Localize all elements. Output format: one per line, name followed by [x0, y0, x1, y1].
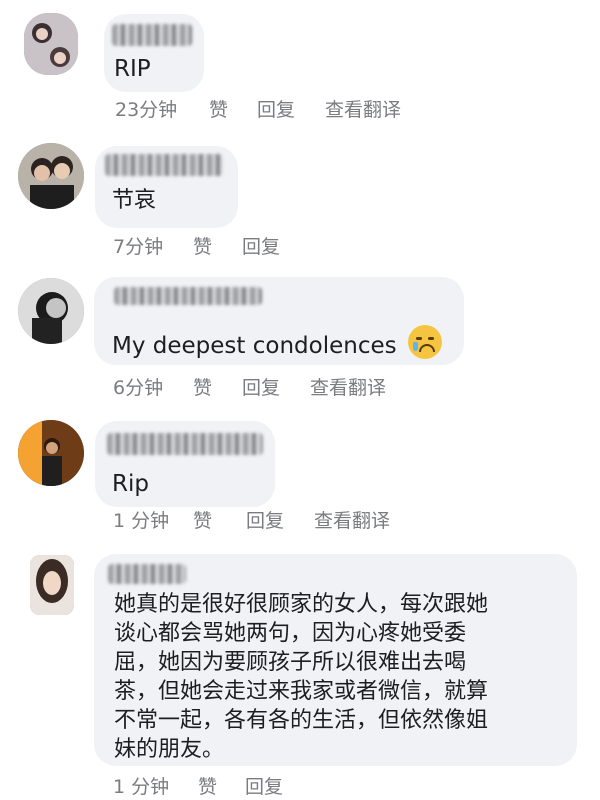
comment-text: 节哀	[112, 188, 157, 213]
timestamp: 1 分钟	[113, 510, 170, 532]
crying-face-icon	[407, 325, 442, 359]
comment-line: 妹的朋友。	[114, 737, 225, 762]
comment-line: 不常一起，各有各的生活，但依然像姐	[114, 708, 489, 733]
comment-actions: 1 分钟 赞 回复	[113, 772, 283, 799]
reply-button[interactable]: 回复	[246, 506, 314, 533]
comment-5: 她真的是很好很顾家的女人，每次跟她 谈心都会骂她两句，因为心疼她受委 屈，她因为…	[0, 545, 600, 800]
blurred-username[interactable]	[105, 154, 223, 176]
timestamp: 7分钟	[113, 236, 164, 258]
comment-text: 她真的是很好很顾家的女人，每次跟她 谈心都会骂她两句，因为心疼她受委 屈，她因为…	[114, 590, 488, 764]
see-translation-button[interactable]: 查看翻译	[314, 506, 390, 533]
blurred-username[interactable]	[114, 287, 262, 305]
comment-3: My deepest condolences 6分钟 赞 回复 查看翻译	[0, 270, 600, 405]
comment-bubble: Rip	[95, 421, 275, 507]
user-photo-icon	[18, 420, 84, 486]
comment-line: 谈心都会骂她两句，因为心疼她受委	[114, 621, 467, 646]
comment-bubble: RIP	[104, 14, 204, 92]
avatar[interactable]	[24, 13, 78, 75]
user-photo-icon	[18, 278, 84, 344]
reply-button[interactable]: 回复	[257, 95, 325, 122]
like-button[interactable]: 赞	[198, 772, 245, 799]
comment-text: RIP	[114, 56, 151, 82]
timestamp: 23分钟	[115, 99, 178, 121]
like-button[interactable]: 赞	[209, 95, 257, 122]
comment-4: Rip 1 分钟 赞 回复 查看翻译	[0, 410, 600, 540]
user-photo-icon	[30, 555, 74, 615]
avatar[interactable]	[18, 143, 84, 209]
comment-bubble: My deepest condolences	[94, 277, 464, 365]
user-photo-icon	[18, 143, 84, 209]
comment-actions: 1 分钟 赞 回复 查看翻译	[113, 506, 390, 533]
timestamp: 1 分钟	[113, 776, 170, 798]
comment-bubble: 她真的是很好很顾家的女人，每次跟她 谈心都会骂她两句，因为心疼她受委 屈，她因为…	[94, 554, 577, 766]
comment-2: 节哀 7分钟 赞 回复	[0, 135, 600, 265]
comment-text-content: My deepest condolences	[112, 333, 397, 359]
avatar[interactable]	[30, 555, 74, 615]
blurred-username[interactable]	[112, 24, 192, 46]
timestamp: 6分钟	[113, 377, 164, 399]
comment-1: RIP 23分钟 赞 回复 查看翻译	[0, 0, 600, 130]
like-button[interactable]: 赞	[193, 373, 242, 400]
comment-line: 屈，她因为要顾孩子所以很难出去喝	[114, 650, 467, 675]
user-photo-icon	[24, 13, 78, 75]
comment-actions: 6分钟 赞 回复 查看翻译	[113, 373, 386, 400]
like-button[interactable]: 赞	[193, 506, 246, 533]
blurred-username[interactable]	[108, 564, 186, 584]
see-translation-button[interactable]: 查看翻译	[325, 95, 401, 122]
comment-text: My deepest condolences	[112, 325, 442, 361]
blurred-username[interactable]	[107, 433, 263, 455]
comment-actions: 7分钟 赞 回复	[113, 232, 280, 259]
like-button[interactable]: 赞	[193, 232, 242, 259]
comment-actions: 23分钟 赞 回复 查看翻译	[115, 95, 401, 122]
avatar[interactable]	[18, 278, 84, 344]
reply-button[interactable]: 回复	[242, 232, 280, 259]
reply-button[interactable]: 回复	[245, 772, 283, 799]
comment-line: 茶，但她会走过来我家或者微信，就算	[114, 679, 489, 704]
avatar[interactable]	[18, 420, 84, 486]
comment-bubble: 节哀	[95, 146, 238, 228]
comment-line: 她真的是很好很顾家的女人，每次跟她	[114, 592, 489, 617]
see-translation-button[interactable]: 查看翻译	[310, 373, 386, 400]
comment-text: Rip	[112, 471, 149, 497]
reply-button[interactable]: 回复	[242, 373, 310, 400]
